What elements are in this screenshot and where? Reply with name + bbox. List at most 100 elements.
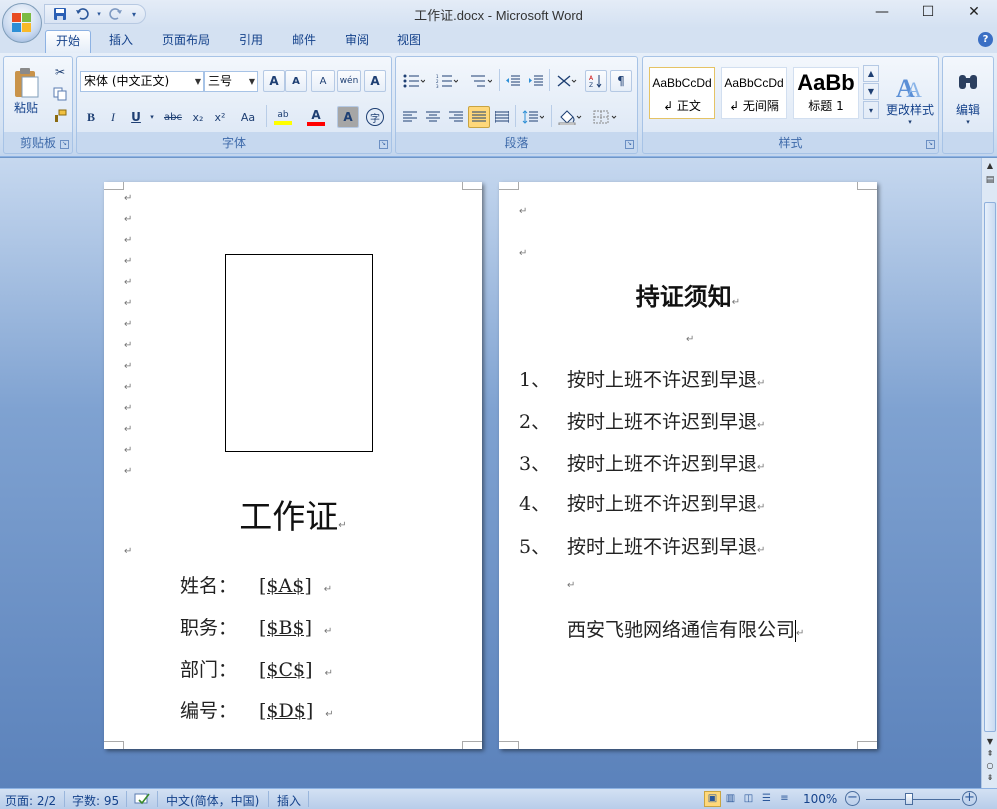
page-2[interactable]: ↵ ↵ 持证须知↵ ↵ 1、 按时上班不许迟到早退↵ 2、 按时上班不许迟到早退↵ … [499, 182, 877, 749]
page-1[interactable]: ↵ ↵ ↵ ↵ ↵ ↵ ↵ ↵ ↵ ↵ ↵ ↵ ↵ ↵ 工作证↵ ↵ 姓名： [$… [104, 182, 482, 749]
scroll-up-icon[interactable]: ▲ [984, 160, 996, 172]
full-screen-reading-view-icon[interactable]: ▥ [722, 791, 739, 807]
bold-button[interactable]: B [80, 106, 102, 128]
subscript-button[interactable]: x₂ [187, 106, 209, 128]
next-page-icon[interactable]: ⇟ [984, 772, 996, 784]
strikethrough-button[interactable]: abc [159, 106, 187, 128]
align-center-icon[interactable] [422, 106, 444, 128]
italic-button[interactable]: I [102, 106, 124, 128]
editing-button[interactable]: 编辑 ▾ [946, 63, 990, 133]
word-count[interactable]: 字数: 95 [72, 792, 119, 809]
shrink-font-button[interactable]: A [285, 70, 307, 92]
minimize-button[interactable]: — [859, 0, 905, 24]
copy-icon[interactable] [50, 83, 70, 105]
previous-page-icon[interactable]: ⇞ [984, 748, 996, 760]
align-left-icon[interactable] [399, 106, 421, 128]
superscript-button[interactable]: x² [209, 106, 231, 128]
paste-button[interactable]: 粘贴 [7, 61, 45, 121]
help-icon[interactable]: ? [978, 32, 993, 47]
grow-font-button[interactable]: A [263, 70, 285, 92]
maximize-button[interactable]: ☐ [905, 0, 951, 24]
bullets-icon[interactable] [399, 70, 429, 92]
align-right-icon[interactable] [445, 106, 467, 128]
clipboard-launcher-icon[interactable]: ↘ [60, 140, 69, 149]
borders-icon[interactable] [589, 106, 621, 128]
show-formatting-icon[interactable]: ¶ [610, 70, 632, 92]
change-styles-label: 更改样式 [885, 102, 934, 117]
phonetic-guide-button[interactable]: wén [337, 70, 361, 92]
styles-launcher-icon[interactable]: ↘ [926, 140, 935, 149]
cut-icon[interactable]: ✂ [50, 61, 70, 83]
change-styles-button[interactable]: AA 更改样式 ▾ [883, 63, 937, 133]
window-title: 工作证.docx - Microsoft Word [414, 8, 583, 23]
font-name-combo[interactable]: 宋体 (中文正文) ▼ [80, 71, 204, 92]
underline-dropdown-icon[interactable]: ▾ [147, 106, 157, 128]
draft-view-icon[interactable]: ≡ [776, 791, 793, 807]
styles-scroll-down-icon[interactable]: ▼ [863, 83, 879, 100]
character-border-button[interactable]: A [364, 70, 386, 92]
language-indicator[interactable]: 中文(简体，中国) [166, 792, 259, 809]
clear-format-button[interactable]: A [311, 70, 335, 92]
scroll-down-icon[interactable]: ▼ [984, 736, 996, 748]
undo-dropdown-icon[interactable]: ▾ [95, 6, 103, 22]
distributed-icon[interactable] [491, 106, 513, 128]
tab-review[interactable]: 审阅 [334, 30, 380, 53]
multilevel-list-icon[interactable] [466, 70, 496, 92]
tab-mailings[interactable]: 邮件 [281, 30, 327, 53]
character-shading-button[interactable]: A [337, 106, 359, 128]
proofing-icon[interactable] [134, 792, 152, 809]
page-count[interactable]: 页面: 2/2 [5, 792, 56, 809]
editing-group: 编辑 ▾ [942, 56, 994, 154]
zoom-slider-thumb[interactable] [905, 793, 913, 805]
font-color-button[interactable]: A [302, 106, 330, 128]
font-size-combo[interactable]: 三号 ▼ [204, 71, 258, 92]
ruler-toggle-icon[interactable]: ▤ [984, 174, 996, 186]
asian-layout-icon[interactable] [552, 70, 582, 92]
styles-more-icon[interactable]: ▾ [863, 101, 879, 119]
paragraph-mark: ↵ [124, 277, 133, 288]
underline-button[interactable]: U [125, 106, 147, 128]
photo-placeholder[interactable] [225, 254, 373, 452]
customize-qat-icon[interactable]: ▾ [129, 6, 139, 22]
line-spacing-icon[interactable] [518, 106, 548, 128]
office-button[interactable] [2, 3, 42, 43]
tab-home[interactable]: 开始 [45, 30, 91, 53]
scrollbar-thumb[interactable] [984, 202, 996, 732]
print-layout-view-icon[interactable]: ▣ [704, 791, 721, 807]
save-icon[interactable] [51, 6, 69, 22]
numbering-icon[interactable]: 123 [432, 70, 462, 92]
tab-view[interactable]: 视图 [386, 30, 432, 53]
vertical-scrollbar[interactable]: ▲ ▤ ▼ ⇞ ○ ⇟ [981, 158, 997, 788]
tab-references[interactable]: 引用 [228, 30, 274, 53]
styles-scroll-up-icon[interactable]: ▲ [863, 65, 879, 82]
document-area[interactable]: ↵ ↵ ↵ ↵ ↵ ↵ ↵ ↵ ↵ ↵ ↵ ↵ ↵ ↵ 工作证↵ ↵ 姓名： [$… [0, 158, 981, 788]
zoom-slider-track[interactable] [866, 799, 960, 800]
font-launcher-icon[interactable]: ↘ [379, 140, 388, 149]
font-group-label: 字体 [221, 136, 246, 150]
style-no-spacing[interactable]: AaBbCcDd ↲ 无间隔 [721, 67, 787, 119]
enclose-characters-button[interactable]: 字 [364, 106, 386, 128]
redo-icon[interactable] [107, 6, 125, 22]
outline-view-icon[interactable]: ☰ [758, 791, 775, 807]
style-normal[interactable]: AaBbCcDd ↲ 正文 [649, 67, 715, 119]
undo-icon[interactable] [73, 6, 91, 22]
zoom-in-button[interactable]: + [962, 791, 977, 806]
zoom-out-button[interactable]: − [845, 791, 860, 806]
increase-indent-icon[interactable] [525, 70, 547, 92]
close-button[interactable]: ✕ [951, 0, 997, 24]
tab-page-layout[interactable]: 页面布局 [152, 30, 220, 53]
shading-icon[interactable] [554, 106, 586, 128]
insert-mode-indicator[interactable]: 插入 [277, 792, 301, 809]
justify-icon[interactable] [468, 106, 490, 128]
change-case-button[interactable]: Aa [233, 106, 263, 128]
style-heading-1[interactable]: AaBb 标题 1 [793, 67, 859, 119]
paragraph-launcher-icon[interactable]: ↘ [625, 140, 634, 149]
highlight-button[interactable]: ab [269, 106, 297, 128]
sort-icon[interactable]: AZ [585, 70, 607, 92]
browse-object-icon[interactable]: ○ [984, 760, 996, 772]
format-painter-icon[interactable] [50, 105, 70, 127]
zoom-level[interactable]: 100% [803, 792, 837, 806]
tab-insert[interactable]: 插入 [98, 30, 144, 53]
decrease-indent-icon[interactable] [502, 70, 524, 92]
web-layout-view-icon[interactable]: ◫ [740, 791, 757, 807]
